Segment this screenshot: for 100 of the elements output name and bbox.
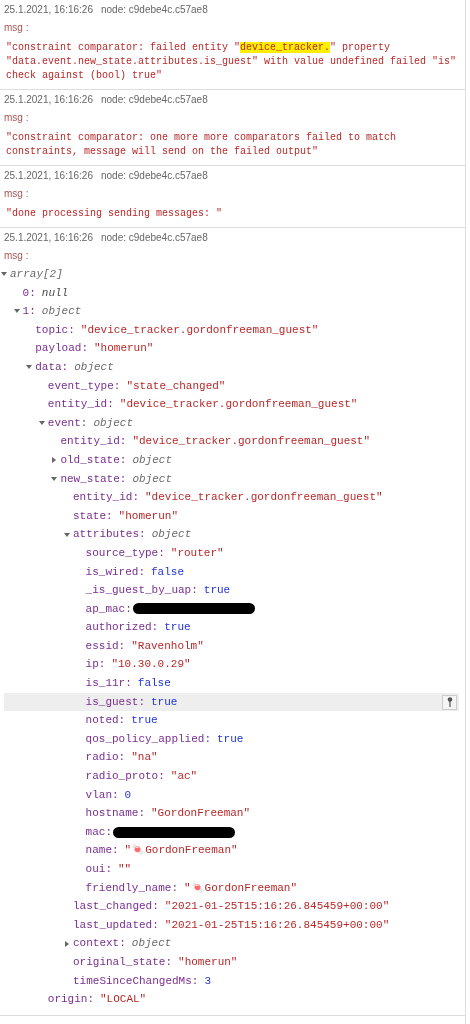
property-key: timeSinceChangedMs: <box>73 971 199 991</box>
message-label: msg : <box>4 187 29 201</box>
property-key: 0: <box>22 283 36 303</box>
property-key: old_state: <box>60 450 127 470</box>
property-value: "" <box>118 862 132 877</box>
timestamp: 25.1.2021, 16:16:26 <box>4 231 93 245</box>
property-value: "device_tracker.gordonfreeman_guest" <box>132 434 371 450</box>
property-key: noted: <box>85 711 126 730</box>
property-value: true <box>217 731 244 747</box>
property-key: topic: <box>35 320 75 340</box>
property-value: true <box>164 620 191 636</box>
property-value: false <box>137 676 171 692</box>
property-key: original_state: <box>73 952 173 972</box>
property-value: "homerun" <box>94 341 154 357</box>
property-value: object <box>41 304 82 320</box>
property-key: name: <box>85 841 119 860</box>
property-value: "homerun" <box>118 508 179 524</box>
collapse-arrow-icon[interactable] <box>64 532 70 537</box>
property-value: "🍬GordonFreeman" <box>184 880 298 896</box>
property-key: hostname: <box>85 804 145 823</box>
property-key: state: <box>73 506 113 526</box>
property-key: vlan: <box>85 785 119 805</box>
property-key: attributes: <box>73 525 146 544</box>
property-key: event: <box>47 413 88 433</box>
pin-icon <box>446 697 453 708</box>
property-value: array[2] <box>10 267 63 282</box>
collapse-arrow-icon[interactable] <box>26 365 33 370</box>
property-key: ap_mac: <box>85 599 132 619</box>
timestamp: 25.1.2021, 16:16:26 <box>4 3 93 17</box>
collapse-arrow-icon[interactable] <box>1 272 7 277</box>
property-key: oui: <box>85 860 112 879</box>
property-key: radio: <box>85 748 126 768</box>
property-value: true <box>203 583 231 599</box>
message-label: msg : <box>4 249 29 263</box>
property-value: "LOCAL" <box>100 992 147 1008</box>
property-value: "router" <box>170 545 224 561</box>
property-value: "10.30.0.29" <box>111 657 191 673</box>
property-value: "GordonFreeman" <box>151 806 251 822</box>
message-label: msg : <box>4 21 29 35</box>
property-value: "device_tracker.gordonfreeman_guest" <box>119 397 358 413</box>
property-value: object <box>132 471 172 487</box>
property-key: origin: <box>47 990 94 1009</box>
property-key: mac: <box>85 822 112 842</box>
property-key: is_guest: <box>85 692 145 712</box>
property-value: "🍬GordonFreeman" <box>124 843 238 859</box>
property-key: context: <box>73 934 126 953</box>
property-value: 0 <box>124 787 132 803</box>
property-value: true <box>151 694 178 710</box>
property-key: event_type: <box>47 376 121 396</box>
property-key: radio_proto: <box>85 767 165 786</box>
property-key: qos_policy_applied: <box>85 729 211 749</box>
property-key: last_changed: <box>73 897 159 916</box>
property-key: data: <box>35 357 69 377</box>
property-value: object <box>93 415 133 431</box>
collapse-arrow-icon[interactable] <box>51 476 58 481</box>
property-value: object <box>74 359 114 375</box>
property-value: "2021-01-25T15:16:26.845459+00:00" <box>164 899 390 915</box>
property-key: source_type: <box>85 543 165 563</box>
property-value: null <box>41 285 69 301</box>
property-value: "device_tracker.gordonfreeman_guest" <box>145 490 383 506</box>
property-key: friendly_name: <box>85 878 178 898</box>
property-key: _is_guest_by_uap: <box>85 581 198 600</box>
property-key: is_wired: <box>85 562 145 582</box>
property-key: payload: <box>35 339 88 358</box>
property-value: 3 <box>204 973 212 989</box>
expand-arrow-icon[interactable] <box>65 940 69 947</box>
property-value: "Ravenholm" <box>131 638 204 654</box>
property-key: is_11r: <box>85 674 132 693</box>
property-value: object <box>131 936 172 952</box>
property-value: false <box>151 564 185 580</box>
property-key: essid: <box>85 636 126 656</box>
property-value: object <box>151 527 192 543</box>
timestamp: 25.1.2021, 16:16:26 <box>4 93 93 107</box>
property-key: entity_id: <box>60 432 127 451</box>
property-value: "2021-01-25T15:16:26.845459+00:00" <box>164 917 390 933</box>
collapse-arrow-icon[interactable] <box>13 309 20 314</box>
pin-button[interactable] <box>442 694 457 710</box>
property-key: last_updated: <box>73 915 159 935</box>
property-value: "homerun" <box>178 954 238 970</box>
timestamp: 25.1.2021, 16:16:26 <box>4 169 93 183</box>
property-value: true <box>131 713 158 729</box>
node-id: node: c9debe4c.c57ae8 <box>101 231 208 245</box>
property-value: "device_tracker.gordonfreeman_guest" <box>80 322 319 338</box>
collapse-arrow-icon[interactable] <box>38 421 45 426</box>
property-value: "state_changed" <box>126 378 226 394</box>
node-id: node: c9debe4c.c57ae8 <box>101 93 208 107</box>
property-key: entity_id: <box>47 395 114 414</box>
property-key: ip: <box>85 655 106 675</box>
message-text: "constraint comparator: failed entity "device_tracker." property "data.event.new_state.attributes.is_guest" with value undefined failed "is" check against (bool) true" <box>6 41 458 83</box>
node-id: node: c9debe4c.c57ae8 <box>101 169 208 183</box>
property-value: object <box>132 452 172 468</box>
property-key: authorized: <box>85 618 159 637</box>
property-key: new_state: <box>60 469 127 489</box>
property-value: "ac" <box>170 769 198 785</box>
message-label: msg : <box>4 111 29 125</box>
property-value: "na" <box>131 750 158 766</box>
node-id: node: c9debe4c.c57ae8 <box>101 3 208 17</box>
message-text: "done processing sending messages: " <box>6 207 224 221</box>
expand-arrow-icon[interactable] <box>52 457 57 464</box>
property-key: 1: <box>22 302 36 321</box>
